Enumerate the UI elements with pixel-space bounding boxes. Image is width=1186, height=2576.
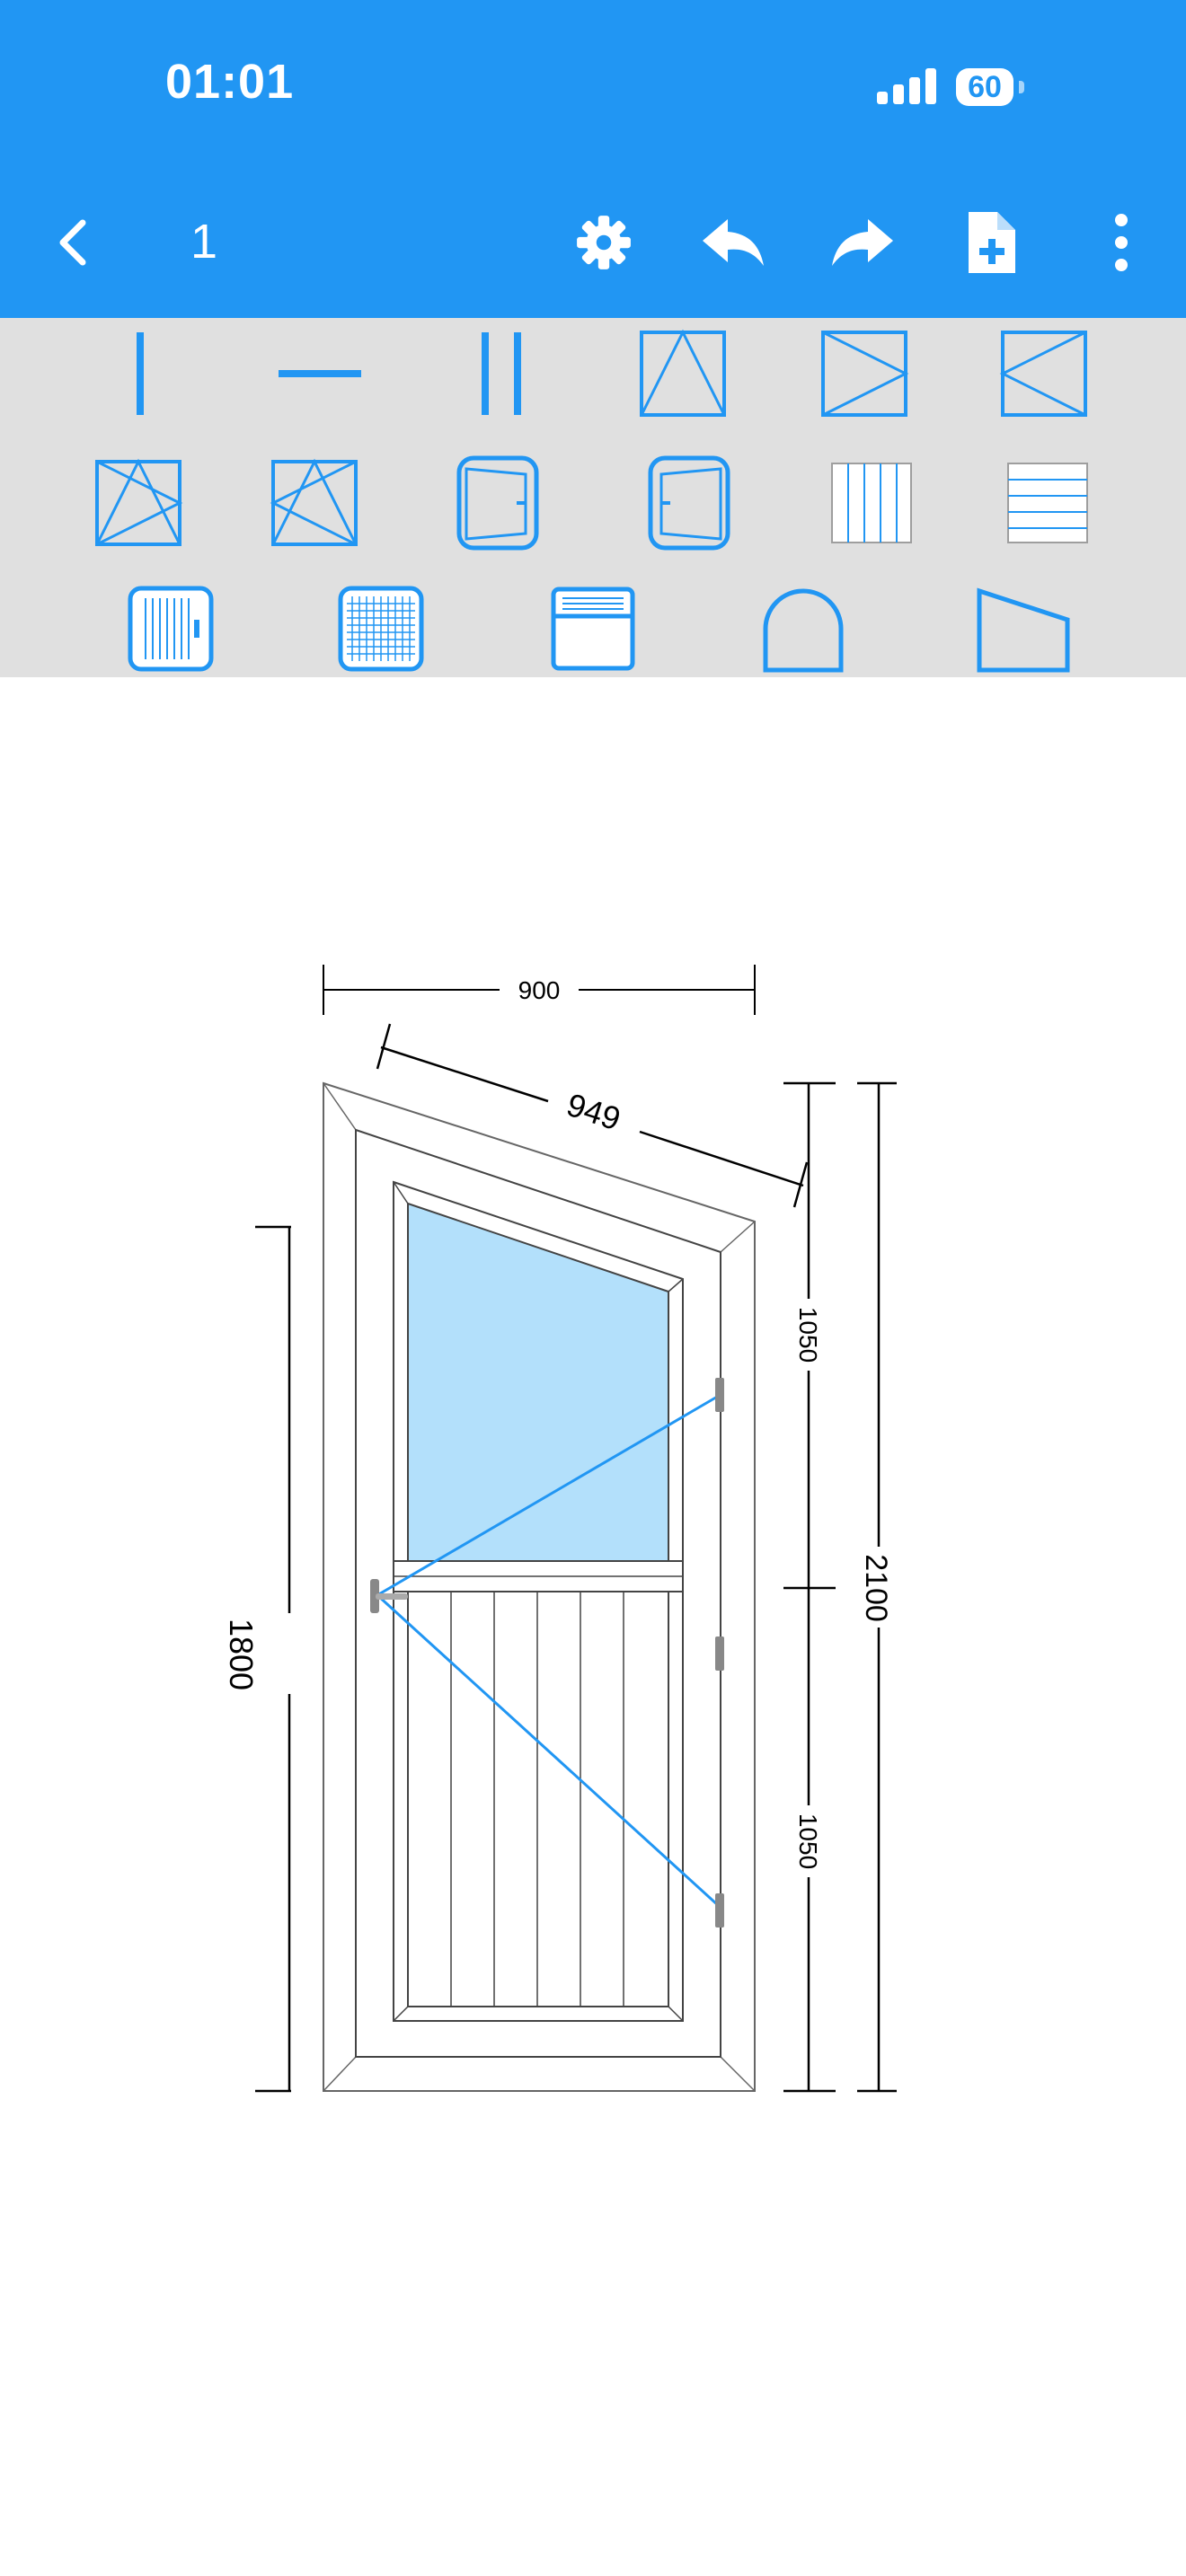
back-button[interactable] — [40, 207, 111, 278]
total-height-dimension-label[interactable]: 2100 — [859, 1554, 893, 1622]
arch-top-tool[interactable] — [758, 584, 848, 674]
new-document-icon — [969, 212, 1015, 273]
more-vert-icon — [1115, 214, 1128, 271]
horizontal-transom-tool[interactable] — [275, 329, 365, 419]
sash-left-hinge-tool[interactable] — [819, 329, 909, 419]
vertical-mullion-tool[interactable] — [95, 329, 185, 419]
mosquito-net-tool[interactable] — [336, 584, 426, 674]
status-icons: 60 — [877, 66, 1039, 111]
hinge-icon — [715, 1378, 724, 1412]
redo-icon — [832, 219, 893, 266]
vertical-panels-tool[interactable] — [827, 458, 916, 548]
lower-segment-dimension-label[interactable]: 1050 — [794, 1813, 822, 1869]
sash-right-hinge-tool[interactable] — [999, 329, 1089, 419]
slant-dimension-label[interactable]: 949 — [562, 1086, 625, 1138]
roller-box-tool[interactable] — [548, 584, 638, 674]
status-time: 01:01 — [165, 55, 295, 109]
tilt-sash-tool[interactable] — [638, 329, 728, 419]
width-dimension-label[interactable]: 900 — [518, 976, 561, 1004]
upper-segment-dimension-label[interactable]: 1050 — [794, 1307, 822, 1363]
slanted-top-tool[interactable] — [972, 584, 1075, 674]
drawing-canvas[interactable]: 900 949 1800 1050 1050 2100 — [0, 677, 1186, 2576]
settings-icon — [577, 216, 631, 269]
element-palette — [0, 318, 1186, 677]
horizontal-panels-tool[interactable] — [1003, 458, 1093, 548]
door-left-tool[interactable] — [643, 454, 733, 551]
new-document-button[interactable] — [954, 207, 1026, 278]
app-bar: 01:01 60 1 — [0, 0, 1186, 318]
redo-button[interactable] — [827, 207, 898, 278]
settings-button[interactable] — [568, 207, 640, 278]
tilt-turn-right-tool[interactable] — [270, 458, 359, 548]
more-menu-button[interactable] — [1085, 207, 1157, 278]
page-number[interactable]: 1 — [190, 214, 217, 269]
left-height-dimension-label[interactable]: 1800 — [223, 1619, 260, 1690]
tilt-turn-left-tool[interactable] — [93, 458, 183, 548]
door-right-tool[interactable] — [454, 454, 544, 551]
undo-icon — [703, 219, 764, 266]
hinge-icon — [715, 1893, 724, 1928]
shutter-tool[interactable] — [126, 584, 216, 674]
hinge-icon — [715, 1636, 724, 1671]
battery-level: 60 — [968, 70, 1002, 104]
double-mullion-tool[interactable] — [456, 329, 546, 419]
undo-button[interactable] — [697, 207, 769, 278]
door-drawing: 900 949 1800 1050 1050 2100 — [223, 965, 898, 2093]
battery-icon: 60 — [956, 68, 1013, 106]
back-icon — [59, 219, 86, 266]
door-panel — [407, 1591, 669, 2007]
